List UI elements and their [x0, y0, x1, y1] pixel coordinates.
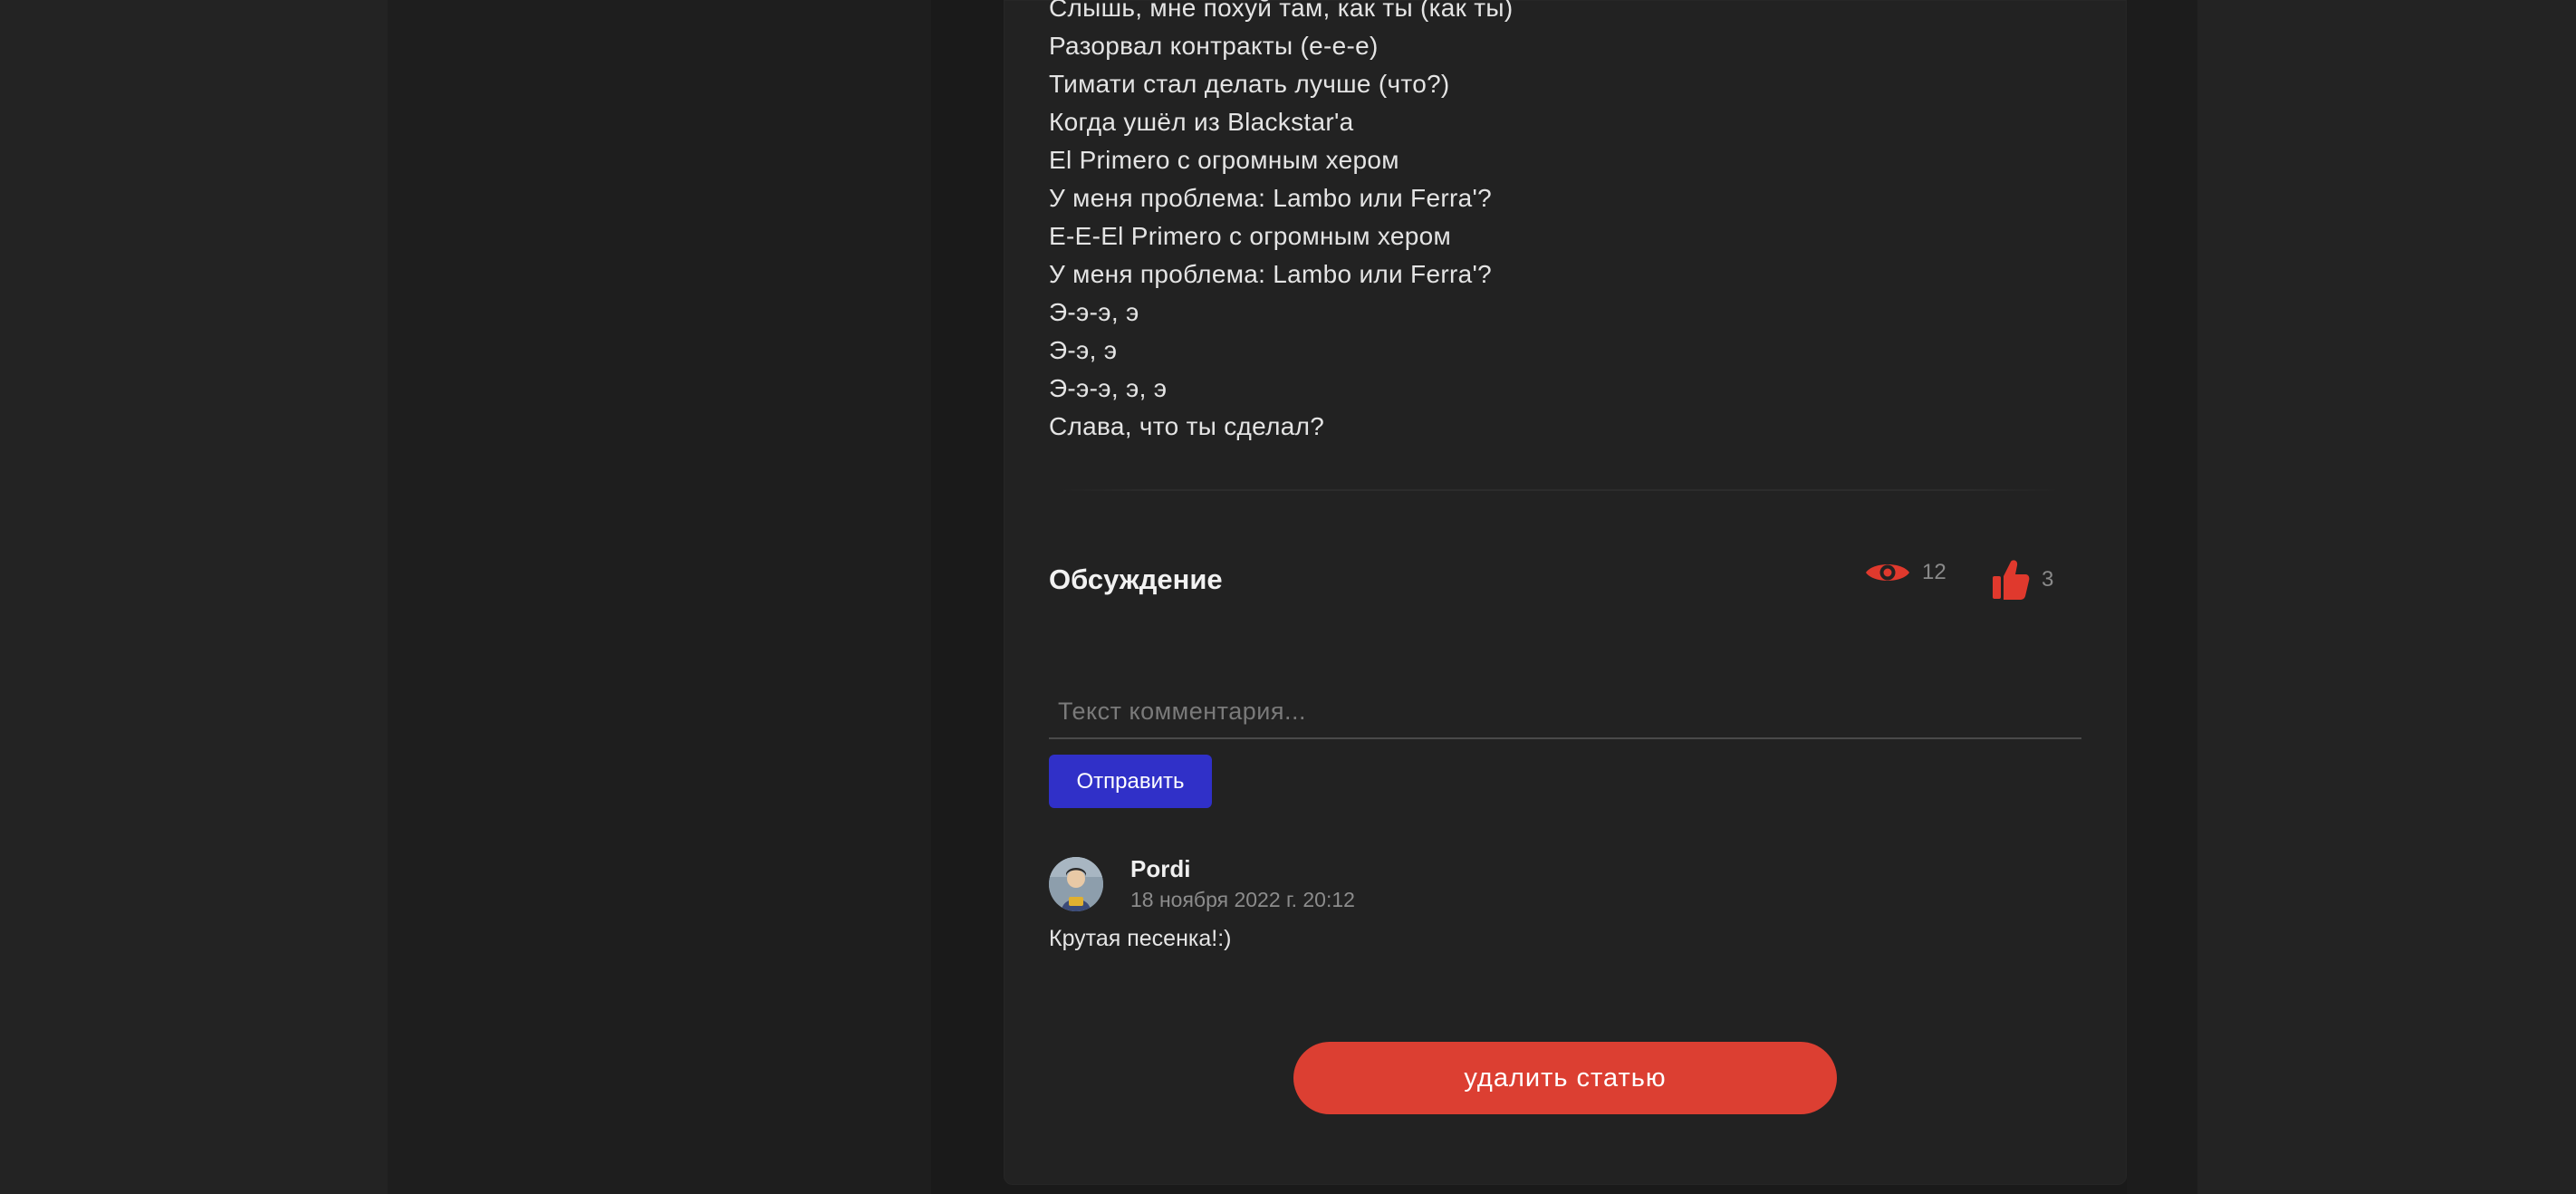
discussion-title: Обсуждение [1049, 563, 1223, 595]
comment-input[interactable] [1049, 685, 2081, 739]
comment-text: Крутая песенка!:) [1049, 926, 1232, 951]
page-background-band-left [388, 0, 931, 1194]
lyrics-line: Э-э, э [1049, 336, 1118, 364]
lyrics-line: El Primero с огромным хером [1049, 146, 1399, 174]
lyrics-line: Разорвал контракты (е-е-е) [1049, 32, 1379, 60]
lyrics-line: E-E-El Primero с огромным хером [1049, 222, 1451, 250]
like-button[interactable]: 3 [1991, 558, 2053, 602]
views-count: 12 [1922, 560, 1946, 584]
lyrics-line: Э-э-э, э [1049, 298, 1139, 326]
page-background-left [0, 0, 388, 1194]
page-background-band-right [2127, 0, 2197, 1194]
delete-article-button[interactable]: удалить статью [1293, 1042, 1837, 1114]
page-background-right [2197, 0, 2576, 1194]
comment-author-avatar[interactable] [1049, 857, 1103, 911]
lyrics-line: Э-э-э, э, э [1049, 374, 1168, 402]
lyrics-line: Тимати стал делать лучше (что?) [1049, 70, 1450, 98]
likes-count: 3 [2042, 567, 2054, 592]
eye-icon [1864, 558, 1911, 587]
comment-author-name[interactable]: Pordi [1130, 855, 1190, 883]
lyrics-line: Слава, что ты сделал? [1049, 412, 1325, 440]
lyrics-line: Слышь, мне похуй там, как ты (как ты) [1049, 0, 1514, 22]
send-comment-button[interactable]: Отправить [1049, 755, 1212, 808]
views-counter: 12 [1864, 558, 1946, 587]
comment-date: 18 ноября 2022 г. 20:12 [1130, 888, 1355, 911]
article-lyrics: Слышь, мне похуй там, как ты (как ты) Ра… [1049, 0, 2045, 446]
lyrics-line: У меня проблема: Lambo или Ferra'? [1049, 260, 1492, 288]
lyrics-line: У меня проблема: Lambo или Ferra'? [1049, 184, 1492, 212]
lyrics-line: Когда ушёл из Blackstar'а [1049, 108, 1354, 136]
thumbs-up-icon[interactable] [1991, 558, 2031, 602]
section-divider [1058, 489, 2062, 491]
